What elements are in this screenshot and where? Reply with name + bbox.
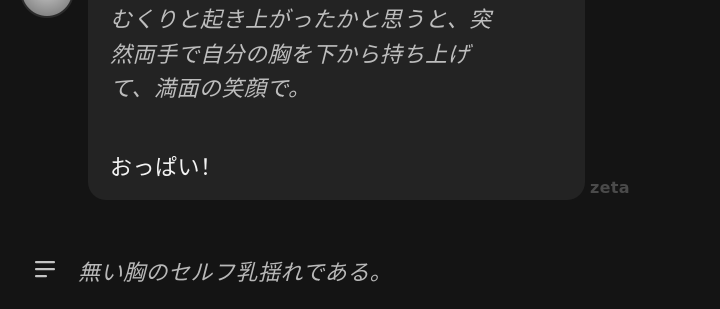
- suggested-reply-text: 無い胸のセルフ乳揺れである。: [78, 261, 393, 286]
- message-speech: おっぱい！: [110, 156, 223, 181]
- narration-line: 然両手で自分の胸を下から持ち上げ: [110, 42, 471, 68]
- character-avatar[interactable]: [20, 0, 74, 18]
- zeta-watermark: zeta: [590, 178, 630, 197]
- narration-line: むくりと起き上がったかと思うと、突: [110, 8, 492, 33]
- chat-screen: むくりと起き上がったかと思うと、突 然両手で自分の胸を下から持ち上げ て、満面の…: [0, 0, 720, 309]
- suggested-reply[interactable]: 無い胸のセルフ乳揺れである。: [0, 244, 720, 300]
- message-narration: むくりと起き上がったかと思うと、突 然両手で自分の胸を下から持ち上げ て、満面の…: [110, 4, 570, 108]
- narration-line: て、満面の笑顔で。: [110, 77, 311, 102]
- menu-lines-icon: [35, 261, 55, 278]
